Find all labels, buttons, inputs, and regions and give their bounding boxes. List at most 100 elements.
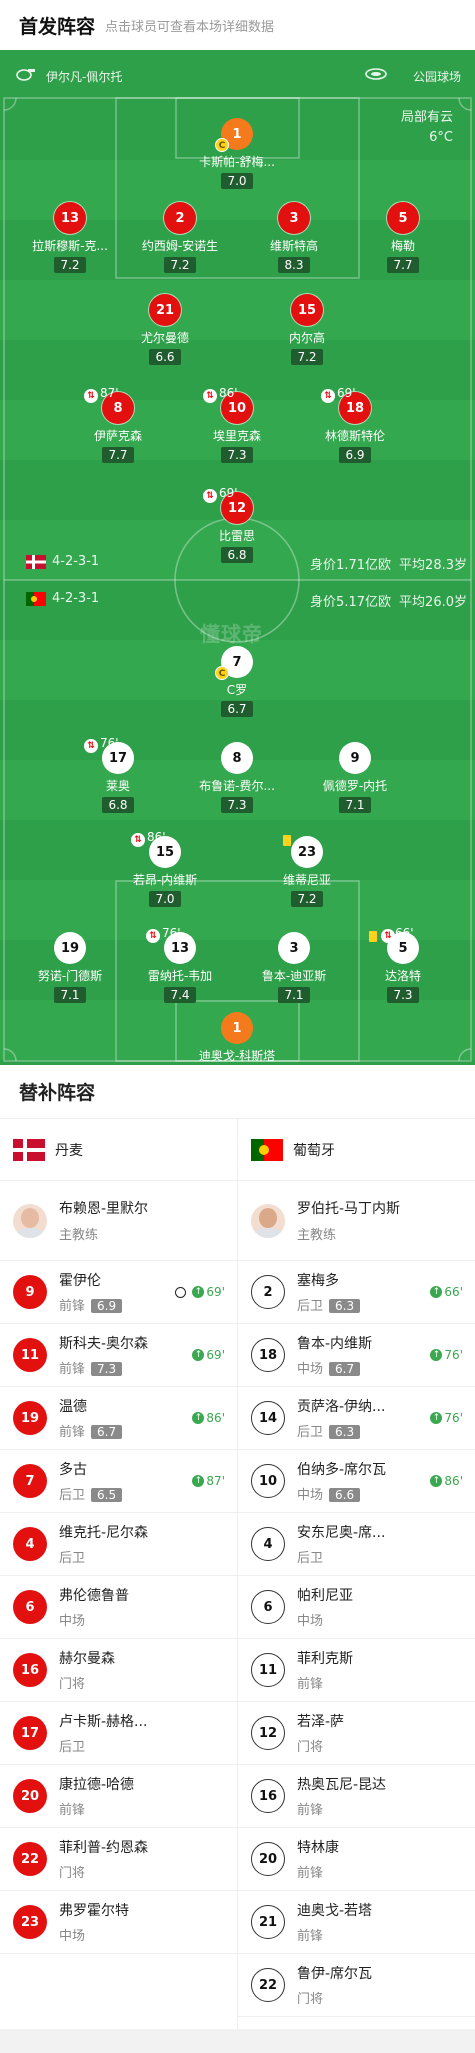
- coach-name: 布赖恩-里默尔: [59, 1201, 149, 1217]
- player-name: 帕利尼亚: [297, 1588, 353, 1604]
- bench-player-row[interactable]: 4 维克托-尼尔森 后卫: [0, 1513, 237, 1576]
- home-avg-age: 平均28.3岁: [399, 558, 467, 573]
- shirt-number: 11: [251, 1653, 285, 1687]
- sub-in-event: ↑ 69': [192, 1348, 225, 1362]
- substitution-minute: 66': [395, 926, 414, 940]
- bench-player-row[interactable]: 23 弗罗霍尔特 中场: [0, 1891, 237, 1954]
- bench-player-row[interactable]: 14 贡萨洛-伊纳... 后卫 6.3 ↑ 76': [238, 1387, 475, 1450]
- bench-player-row[interactable]: 17 卢卡斯-赫格... 后卫: [0, 1702, 237, 1765]
- sub-in-minute: 66': [444, 1285, 463, 1299]
- coach-role: 主教练: [59, 1228, 99, 1243]
- player-name: 安东尼奥-席...: [297, 1525, 386, 1541]
- bench-player-row[interactable]: 16 赫尔曼森 门将: [0, 1639, 237, 1702]
- goal-ball-icon: [175, 1286, 187, 1298]
- home-player[interactable]: 5 梅勒 7.7: [347, 202, 459, 273]
- bench-player-row[interactable]: 6 弗伦德鲁普 中场: [0, 1576, 237, 1639]
- away-player[interactable]: 23 维蒂尼亚 7.2: [251, 835, 363, 907]
- home-player[interactable]: 18 ⇅ 69' 林德斯特伦 6.9: [299, 386, 411, 463]
- player-position-line: 中场: [59, 1610, 129, 1629]
- player-info: 菲利克斯 前锋: [297, 1648, 353, 1692]
- away-avg-age: 平均26.0岁: [399, 595, 467, 610]
- away-player[interactable]: 9 佩德罗-内托 7.1: [299, 742, 411, 813]
- home-player[interactable]: 15 内尔高 7.2: [251, 294, 363, 365]
- sub-in-event: ↑ 86': [430, 1474, 463, 1488]
- away-player[interactable]: 7 C C罗 6.7: [181, 646, 293, 717]
- bench-player-row[interactable]: 20 康拉德-哈德 前锋: [0, 1765, 237, 1828]
- player-position-line: 后卫 6.3: [297, 1421, 385, 1440]
- home-player[interactable]: 8 ⇅ 87' 伊萨克森 7.7: [62, 386, 174, 463]
- player-info: 迪奥戈-若塔 前锋: [297, 1900, 372, 1944]
- shirt-number: 7: [13, 1464, 47, 1498]
- home-team-name: 丹麦: [55, 1142, 83, 1159]
- bench-player-row[interactable]: 4 安东尼奥-席... 后卫: [238, 1513, 475, 1576]
- home-player[interactable]: 2 约西姆-安诺生 7.2: [124, 202, 236, 273]
- home-player[interactable]: 21 尤尔曼德 6.6: [109, 294, 221, 365]
- section-subtitle: 点击球员可查看本场详细数据: [105, 19, 275, 35]
- away-player[interactable]: 13 ⇅ 76' 雷纳托-韦加 7.4: [124, 926, 236, 1003]
- home-coach[interactable]: 布赖恩-里默尔 主教练: [0, 1181, 237, 1261]
- sub-in-minute: 87': [206, 1474, 225, 1488]
- player-position-line: 前锋: [297, 1799, 386, 1818]
- away-player[interactable]: 15 ⇅ 86' 若昂-内维斯 7.0: [109, 830, 221, 907]
- player-position-line: 中场 6.6: [297, 1484, 386, 1503]
- bench-player-row[interactable]: 18 鲁本-内维斯 中场 6.7 ↑ 76': [238, 1324, 475, 1387]
- player-name: 维斯特高: [269, 239, 318, 253]
- bench-player-row[interactable]: 19 温德 前锋 6.7 ↑ 86': [0, 1387, 237, 1450]
- sub-in-minute: 76': [444, 1348, 463, 1362]
- player-name: 康拉德-哈德: [59, 1777, 135, 1793]
- bench-player-row[interactable]: 21 迪奥戈-若塔 前锋: [238, 1891, 475, 1954]
- player-name: 伯纳多-席尔瓦: [297, 1462, 387, 1478]
- player-name: 布鲁诺-费尔...: [199, 779, 275, 793]
- player-position-line: 后卫 6.3: [297, 1295, 361, 1314]
- player-position: 后卫: [59, 1488, 86, 1503]
- bench-player-row[interactable]: 16 热奥瓦尼-昆达 前锋: [238, 1765, 475, 1828]
- away-player[interactable]: 3 鲁本-迪亚斯 7.1: [238, 932, 350, 1003]
- bench-player-row[interactable]: 10 伯纳多-席尔瓦 中场 6.6 ↑ 86': [238, 1450, 475, 1513]
- player-info: 霍伊伦 前锋 6.9: [59, 1270, 123, 1314]
- shirt-number: 9: [13, 1275, 47, 1309]
- player-position-line: 前锋: [297, 1862, 339, 1881]
- away-player[interactable]: 8 布鲁诺-费尔... 7.3: [181, 742, 293, 813]
- away-player[interactable]: 17 ⇅ 76' 莱奥 6.8: [62, 736, 174, 813]
- away-coach[interactable]: 罗伯托-马丁内斯 主教练: [238, 1181, 475, 1261]
- coach-avatar: [251, 1203, 285, 1238]
- player-info: 鲁伊-席尔瓦 门将: [297, 1963, 372, 2007]
- bench-player-row[interactable]: 11 斯科夫-奥尔森 前锋 7.3 ↑ 69': [0, 1324, 237, 1387]
- bench-player-row[interactable]: 11 菲利克斯 前锋: [238, 1639, 475, 1702]
- player-info: 鲁本-内维斯 中场 6.7: [297, 1333, 372, 1377]
- player-name: 迪奥戈-科斯塔: [198, 1049, 276, 1063]
- bench-player-row[interactable]: 7 多古 后卫 6.5 ↑ 87': [0, 1450, 237, 1513]
- bench-player-row[interactable]: 9 霍伊伦 前锋 6.9 ↑ 69': [0, 1261, 237, 1324]
- home-player[interactable]: 10 ⇅ 86' 埃里克森 7.3: [181, 386, 293, 463]
- rating-value: 7.3: [227, 798, 247, 812]
- rating-value: 7.2: [170, 258, 190, 272]
- sub-in-icon: ↑: [430, 1475, 443, 1487]
- away-player[interactable]: 1迪奥戈-科斯塔★ 8.7: [181, 1012, 293, 1065]
- player-rating: 7.2: [291, 349, 323, 365]
- bench-player-row[interactable]: 22 菲利普-约恩森 门将: [0, 1828, 237, 1891]
- player-name: 约西姆-安诺生: [141, 239, 219, 253]
- home-player[interactable]: 1 C 卡斯帕-舒梅... 7.0: [181, 118, 293, 189]
- away-player[interactable]: 5 ⇅ 66' 达洛特 7.3: [347, 926, 459, 1003]
- player-rating: 7.3: [221, 797, 253, 813]
- home-player[interactable]: 3 维斯特高 8.3: [238, 202, 350, 273]
- shirt-number: 1: [221, 1012, 253, 1044]
- bench-player-row[interactable]: 2 塞梅多 后卫 6.3 ↑ 66': [238, 1261, 475, 1324]
- substitution-icon: ⇅: [203, 489, 217, 503]
- rating-value: 7.3: [227, 448, 247, 462]
- bench-player-row[interactable]: 12 若泽-萨 门将: [238, 1702, 475, 1765]
- player-name: 雷纳托-韦加: [147, 969, 213, 983]
- bench-player-row[interactable]: 22 鲁伊-席尔瓦 门将: [238, 1954, 475, 2017]
- home-player[interactable]: 12 ⇅ 69' 比雷思 6.8: [181, 486, 293, 563]
- bench-player-row[interactable]: 6 帕利尼亚 中场: [238, 1576, 475, 1639]
- home-player[interactable]: 13 拉斯穆斯-克... 7.2: [14, 202, 126, 273]
- player-info: 特林康 前锋: [297, 1837, 339, 1881]
- coach-name: 罗伯托-马丁内斯: [297, 1201, 401, 1217]
- bench-player-row[interactable]: 20 特林康 前锋: [238, 1828, 475, 1891]
- stadium-name: 公园球场: [412, 70, 461, 84]
- player-position: 前锋: [297, 1677, 324, 1692]
- shirt-number: 23: [13, 1905, 47, 1939]
- away-player[interactable]: 19 努诺-门德斯 7.1: [14, 932, 126, 1003]
- rating-value: 6.7: [227, 702, 247, 716]
- player-rating: 7.2: [54, 257, 86, 273]
